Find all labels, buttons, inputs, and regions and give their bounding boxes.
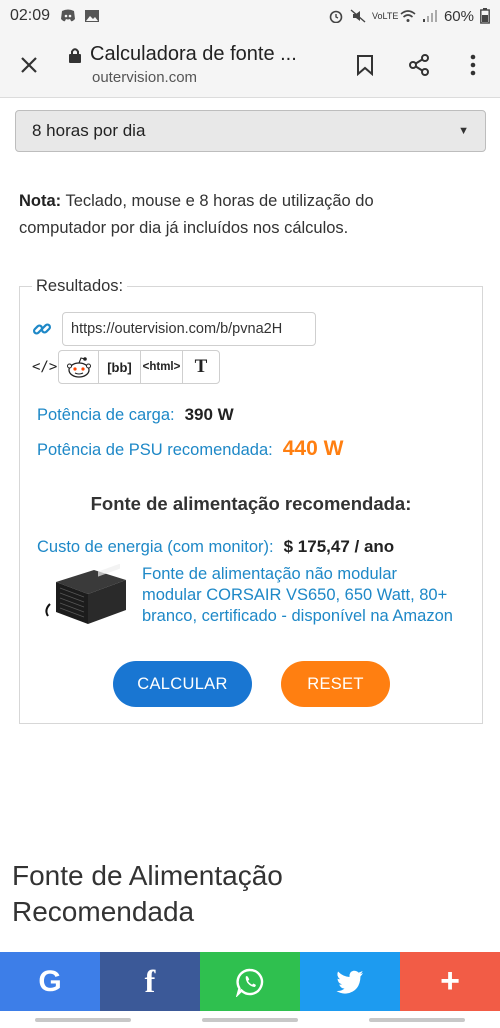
load-power-value: 390 W <box>184 405 234 424</box>
twitter-share-button[interactable] <box>300 952 400 1011</box>
product-recommendation[interactable]: Fonte de alimentação não modular modular… <box>42 564 454 630</box>
image-icon <box>85 10 100 22</box>
energy-cost-row: Custo de energia (com monitor): $ 175,47… <box>37 537 394 557</box>
status-bar: 02:09 VoLTE 60% <box>0 0 500 32</box>
reset-button[interactable]: RESET <box>281 661 390 707</box>
alarm-icon <box>329 10 343 23</box>
page-title: Calculadora de fonte ... <box>90 43 297 65</box>
bookmark-icon <box>357 54 373 76</box>
energy-cost-label: Custo de energia (com monitor): <box>37 538 274 556</box>
note-paragraph: Nota: Teclado, mouse e 8 horas de utiliz… <box>19 188 459 242</box>
facebook-icon: f <box>144 963 156 999</box>
psu-power-label: Potência de PSU recomendada: <box>37 441 273 459</box>
google-icon: G <box>38 964 62 998</box>
usage-hours-value: 8 horas por dia <box>32 121 146 140</box>
address-area[interactable]: Calculadora de fonte ... outervision.com <box>58 43 338 86</box>
facebook-share-button[interactable]: f <box>100 952 200 1011</box>
share-formats-row: </> [bb] <html> T <box>32 350 220 384</box>
more-share-button[interactable]: + <box>400 952 500 1011</box>
nav-pill-right[interactable] <box>368 1017 465 1022</box>
dropdown-arrow-icon: ▼ <box>458 125 469 137</box>
close-icon <box>21 56 37 73</box>
battery-icon <box>480 8 490 24</box>
energy-cost-value: $ 175,47 / ano <box>283 537 395 556</box>
reddit-icon <box>66 357 91 378</box>
status-time: 02:09 <box>10 7 51 24</box>
product-link[interactable]: Fonte de alimentação não modular modular… <box>142 564 454 630</box>
bbcode-share-button[interactable]: [bb] <box>99 351 141 383</box>
more-options-button[interactable] <box>446 32 500 98</box>
load-power-row: Potência de carga: 390 W <box>37 405 234 425</box>
browser-toolbar: Calculadora de fonte ... outervision.com <box>0 32 500 98</box>
psu-product-image[interactable] <box>42 564 130 630</box>
psu-power-row: Potência de PSU recomendada: 440 W <box>37 437 343 461</box>
calculate-button[interactable]: CALCULAR <box>113 661 252 707</box>
link-icon <box>32 323 52 335</box>
close-button[interactable] <box>0 32 58 98</box>
nav-pill-center[interactable] <box>201 1017 298 1022</box>
mute-icon <box>350 9 366 23</box>
discord-icon <box>61 9 76 22</box>
psu-power-value: 440 W <box>282 437 344 460</box>
html-share-button[interactable]: <html> <box>141 351 183 383</box>
code-icon: </> <box>32 359 58 375</box>
share-link-row: https://outervision.com/b/pvna2H <box>32 312 316 346</box>
google-share-button[interactable]: G <box>0 952 100 1011</box>
results-legend: Resultados: <box>32 277 128 296</box>
psu-recommendation-heading: Fonte de alimentação recomendada: <box>90 493 412 514</box>
twitter-icon <box>336 970 363 994</box>
usage-hours-select[interactable]: 8 horas por dia ▼ <box>15 110 486 152</box>
share-url-input[interactable]: https://outervision.com/b/pvna2H <box>62 312 316 346</box>
network-label: VoLTE <box>371 10 399 21</box>
bookmark-button[interactable] <box>338 32 392 98</box>
social-share-bar: G f + <box>0 952 500 1011</box>
text-share-button[interactable]: T <box>183 351 219 383</box>
lock-icon <box>69 47 81 63</box>
results-panel: Resultados: https://outervision.com/b/pv… <box>19 277 483 724</box>
whatsapp-share-button[interactable] <box>200 952 300 1011</box>
share-format-group: [bb] <html> T <box>58 350 220 384</box>
system-nav-bar <box>0 1011 500 1028</box>
page-url: outervision.com <box>92 69 198 86</box>
section-title: Fonte de Alimentação Recomendada <box>12 860 283 927</box>
battery-level: 60% <box>443 7 474 25</box>
nav-pill-left[interactable] <box>35 1017 132 1022</box>
wifi-icon <box>400 10 416 22</box>
whatsapp-icon <box>235 968 264 997</box>
share-button[interactable] <box>392 32 446 98</box>
share-icon <box>409 53 429 76</box>
note-text: Teclado, mouse e 8 horas de utilização d… <box>19 192 374 237</box>
note-label: Nota: <box>19 192 62 210</box>
signal-icon <box>422 10 437 22</box>
plus-icon: + <box>440 962 460 1000</box>
load-power-label: Potência de carga: <box>37 406 175 424</box>
reddit-share-button[interactable] <box>59 351 99 383</box>
more-vert-icon <box>470 54 476 75</box>
